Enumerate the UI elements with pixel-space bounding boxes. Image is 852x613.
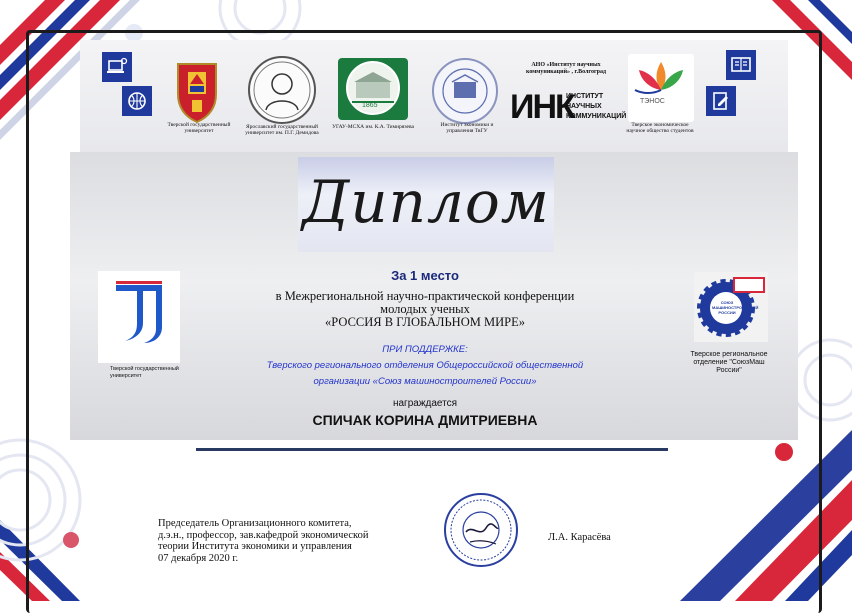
recipient-name: СПИЧАК КОРИНА ДМИТРИЕВНА [312, 412, 538, 428]
tver-university-logo [98, 271, 180, 363]
ugau-mcxa-logo: 1865 [338, 58, 408, 120]
edit-document-icon [706, 86, 736, 116]
divider-rule [196, 448, 668, 451]
institute-economics-logo [432, 58, 498, 124]
logo-caption-tver: Тверской государственный университет [167, 122, 231, 134]
awarded-label: награждается [392, 398, 458, 409]
support-line-2: организации «Союз машиностроителей Росси… [313, 376, 537, 387]
ugau-year: 1865 [362, 102, 378, 109]
official-seal [444, 493, 518, 567]
logo-caption-ugau: УГАУ-МСХА им. К.А. Тимирязева [332, 124, 414, 130]
support-label: ПРИ ПОДДЕРЖКЕ: [382, 344, 468, 355]
support-text: ПРИ ПОДДЕРЖКЕ: Тверского регионального о… [210, 342, 640, 390]
right-logo-caption: Тверское региональное отделение "СоюзМаш… [690, 351, 768, 374]
support-line-1: Тверского регионального отделения Общеро… [266, 360, 584, 371]
signature-line-2: д.э.н., профессор, зав.кафедрой экономич… [158, 529, 369, 541]
award-place: За 1 место [391, 268, 459, 283]
left-logo-caption: Тверской государственный университет [110, 366, 179, 379]
logo-caption-institute: Институт экономики и управления ТвГУ [440, 122, 494, 134]
signature-line-1: Председатель Организационного комитета, [158, 518, 352, 529]
basketball-icon [122, 86, 152, 116]
signature-block: Председатель Организационного комитета, … [158, 518, 428, 564]
soyuzmash-mark: СОЮЗ МАШИНОСТРОИТЕЛЕЙ РОССИИ [712, 300, 759, 315]
logo-caption-teonos: Тверское экономическое научное общество … [626, 122, 694, 134]
yaroslavl-university-portrait [248, 56, 316, 124]
logo-caption-yaroslavl: Ярославский государственный университет … [245, 124, 319, 136]
signer-name: Л.А. Карасёва [548, 532, 611, 543]
tver-state-university-crest [170, 60, 224, 124]
book-icon [726, 50, 756, 80]
ink-title: АНО «Институт научных коммуникаций» , г.… [525, 62, 607, 75]
teonos-mark: ТЭНОС [640, 98, 665, 105]
ink-mark: ИНК [510, 88, 576, 126]
ink-text: ИНСТИТУТ НАУЧНЫХ КОММУНИКАЦИЙ [566, 93, 627, 120]
conference-title: «РОССИЯ В ГЛОБАЛЬНОМ МИРЕ» [325, 315, 525, 329]
diploma-title: Диплом [302, 168, 550, 236]
laptop-icon [102, 52, 132, 82]
teonos-logo: ТЭНОС [628, 54, 694, 122]
soyuzmash-logo: СОЮЗ МАШИНОСТРОИТЕЛЕЙ РОССИИ [694, 272, 768, 342]
signature-date: 07 декабря 2020 г. [158, 552, 239, 564]
conference-text: в Межрегиональной научно-практической ко… [210, 290, 640, 329]
signature-line-3: теории Института экономики и управления [158, 541, 352, 552]
